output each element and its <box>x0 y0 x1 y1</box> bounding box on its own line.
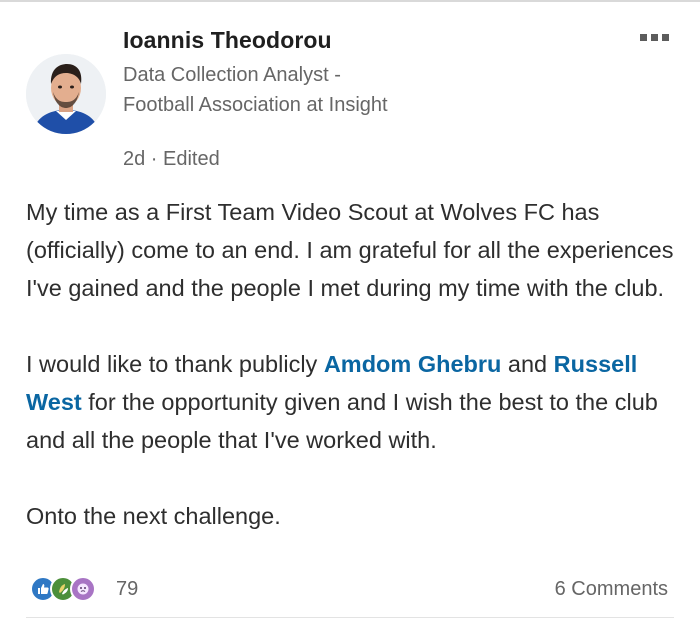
author-headline: Data Collection Analyst - Football Assoc… <box>123 64 388 116</box>
post-paragraph-3: Onto the next challenge. <box>26 503 281 529</box>
curious-icon <box>70 576 96 602</box>
avatar[interactable] <box>26 54 106 134</box>
mention-amdom-ghebru[interactable]: Amdom Ghebru <box>324 351 502 377</box>
post-paragraph-1: My time as a First Team Video Scout at W… <box>26 199 674 301</box>
post-paragraph-2: I would like to thank publicly Amdom Ghe… <box>26 351 658 453</box>
comments-link[interactable]: 6 Comments <box>555 578 668 601</box>
profile-photo <box>26 54 106 134</box>
post-timestamp: 2d · Edited <box>123 148 220 170</box>
reaction-count[interactable]: 79 <box>116 578 138 601</box>
more-options-button[interactable] <box>640 30 680 44</box>
post-header: Ioannis Theodorou Data Collection Analys… <box>0 0 700 190</box>
ellipsis-icon <box>640 33 647 41</box>
social-bar: 79 6 Comments <box>0 570 700 610</box>
reactions-summary[interactable] <box>30 576 96 602</box>
author-name[interactable]: Ioannis Theodorou <box>123 27 332 54</box>
bottom-divider <box>26 617 674 618</box>
post-body: My time as a First Team Video Scout at W… <box>26 193 686 535</box>
